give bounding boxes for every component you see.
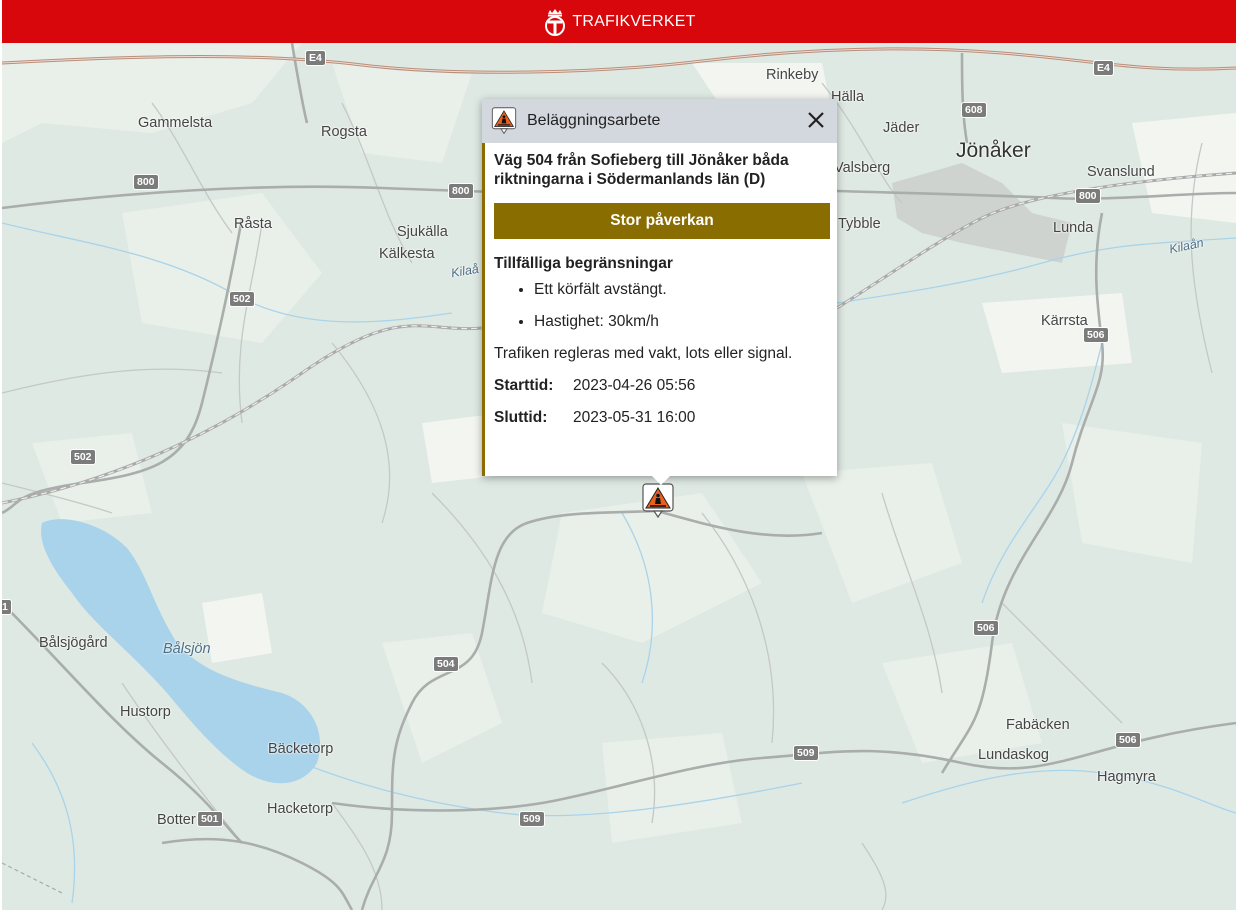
list-item: Ett körfält avstängt.	[534, 281, 829, 299]
road-shield: 509	[793, 745, 819, 761]
app-frame: TRAFIKVERKET Rinkeby Hälla Jäder Jönåker…	[2, 0, 1236, 910]
road-shield: 509	[519, 811, 545, 827]
road-shield: E4	[305, 50, 326, 66]
road-shield: 502	[229, 291, 255, 307]
road-shield: 800	[1075, 188, 1101, 204]
place-label: Bålsjön	[163, 641, 211, 657]
restrictions-list: Ett körfält avstängt. Hastighet: 30km/h	[494, 281, 829, 331]
map-view[interactable]: Rinkeby Hälla Jäder Jönåker Svanslund Va…	[2, 43, 1236, 910]
list-item: Hastighet: 30km/h	[534, 313, 829, 331]
place-label: Råsta	[234, 216, 272, 232]
start-time-value: 2023-04-26 05:56	[573, 377, 696, 394]
place-label: Kälkesta	[379, 246, 435, 262]
place-label: Kärrsta	[1041, 313, 1088, 329]
place-label: Bäcketorp	[268, 741, 334, 757]
road-shield: 506	[1083, 327, 1109, 343]
impact-badge: Stor påverkan	[494, 203, 830, 239]
road-shield: 506	[1115, 732, 1141, 748]
brand[interactable]: TRAFIKVERKET	[542, 7, 695, 37]
road-shield: E4	[1093, 60, 1114, 76]
popup-body: Väg 504 från Sofieberg till Jönåker båda…	[482, 143, 837, 476]
place-label: Botter	[157, 812, 196, 828]
place-label: Fabäcken	[1006, 717, 1070, 733]
popup-title: Beläggningsarbete	[527, 112, 661, 129]
end-time-label: Sluttid:	[494, 409, 548, 426]
trafikverket-crown-logo-icon	[545, 8, 566, 36]
popup-header: Beläggningsarbete	[482, 99, 837, 143]
road-shield: 506	[973, 620, 999, 636]
roadwork-warning-icon	[491, 107, 517, 135]
place-label: Hustorp	[120, 704, 171, 720]
place-label: Svanslund	[1087, 164, 1155, 180]
incident-popup: Beläggningsarbete Väg 504 från Sofieberg…	[482, 99, 837, 485]
restrictions-heading: Tillfälliga begränsningar	[494, 255, 673, 272]
end-time-value: 2023-05-31 16:00	[573, 409, 696, 426]
place-label: Jönåker	[956, 139, 1031, 162]
road-shield: 800	[448, 183, 474, 199]
start-time-row: Starttid: 2023-04-26 05:56	[494, 377, 829, 395]
brand-name: TRAFIKVERKET	[572, 12, 696, 30]
top-bar: TRAFIKVERKET	[2, 0, 1236, 43]
place-label: Valsberg	[834, 160, 891, 176]
place-label: Lundaskog	[978, 747, 1049, 763]
place-label: Sjukälla	[397, 224, 448, 240]
place-label: Hagmyra	[1097, 769, 1156, 785]
road-shield: 502	[70, 449, 96, 465]
road-shield: 504	[433, 656, 459, 672]
road-shield: 608	[961, 102, 987, 118]
place-label: Rogsta	[321, 124, 367, 140]
place-label: Bålsjögård	[39, 635, 108, 651]
start-time-label: Starttid:	[494, 377, 554, 394]
road-shield: 1	[2, 599, 12, 615]
place-label: Rinkeby	[766, 67, 819, 83]
end-time-row: Sluttid: 2023-05-31 16:00	[494, 409, 829, 427]
roadwork-warning-icon[interactable]	[642, 483, 674, 519]
close-button[interactable]	[805, 109, 827, 131]
place-label: Lunda	[1053, 220, 1094, 236]
traffic-note: Trafiken regleras med vakt, lots eller s…	[494, 345, 793, 362]
place-label: Gammelsta	[138, 115, 213, 131]
road-description: Väg 504 från Sofieberg till Jönåker båda…	[494, 152, 789, 188]
place-label: Jäder	[883, 120, 920, 136]
road-shield: 800	[133, 174, 159, 190]
place-label: Hacketorp	[267, 801, 334, 817]
place-label: Tybble	[838, 216, 881, 232]
close-icon	[808, 112, 824, 128]
road-shield: 501	[197, 811, 223, 827]
